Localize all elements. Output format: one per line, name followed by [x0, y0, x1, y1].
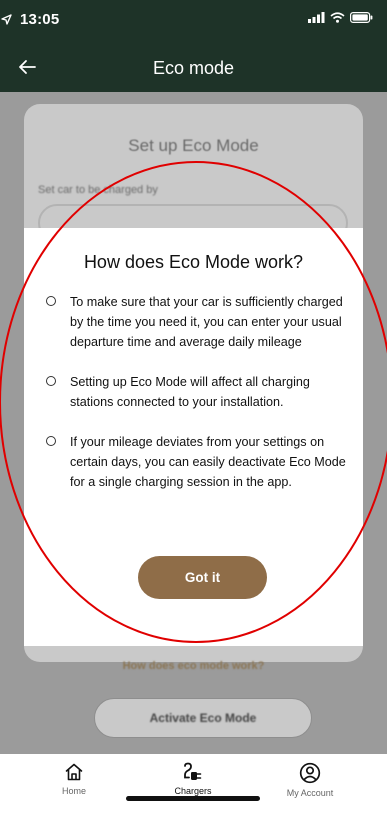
- eco-mode-info-modal: How does Eco Mode work? To make sure tha…: [24, 228, 363, 646]
- activate-eco-mode-button: Activate Eco Mode: [94, 698, 312, 738]
- page-title: Eco mode: [152, 58, 235, 78]
- tab-home[interactable]: Home: [24, 762, 124, 796]
- charge-by-label: Set car to be charged by: [38, 184, 158, 196]
- info-item-text: Setting up Eco Mode will affect all char…: [70, 375, 310, 409]
- info-item: If your mileage deviates from your setti…: [46, 432, 356, 492]
- charger-plug-icon: [184, 762, 202, 780]
- tab-my-account-label: My Account: [286, 788, 334, 798]
- cellular-signal-icon: [308, 12, 325, 23]
- tab-chargers-label: Chargers: [174, 786, 212, 796]
- bullet-circle-icon: [46, 376, 56, 386]
- setup-card-title: Set up Eco Mode: [128, 136, 259, 155]
- wifi-icon: [330, 12, 345, 23]
- home-icon: [65, 763, 83, 781]
- account-icon: [299, 762, 321, 784]
- status-icons: [1, 12, 373, 25]
- modal-title: How does Eco Mode work?: [83, 252, 304, 272]
- bullet-circle-icon: [46, 296, 56, 306]
- tab-my-account[interactable]: My Account: [260, 762, 360, 798]
- location-arrow-icon: [1, 14, 12, 25]
- how-eco-mode-works-link: How does eco mode work?: [122, 660, 265, 672]
- info-list: To make sure that your car is sufficient…: [46, 292, 356, 512]
- info-item: To make sure that your car is sufficient…: [46, 292, 356, 352]
- tab-home-label: Home: [61, 786, 86, 796]
- battery-icon: [350, 12, 373, 23]
- status-time: 13:05: [20, 11, 60, 28]
- info-item-text: If your mileage deviates from your setti…: [70, 435, 346, 489]
- bottom-tab-bar: Home Chargers My Account: [0, 754, 387, 827]
- tab-chargers[interactable]: Chargers: [143, 762, 243, 796]
- got-it-button[interactable]: Got it: [138, 556, 267, 599]
- bullet-circle-icon: [46, 436, 56, 446]
- app-header: 13:05 Eco mode: [0, 0, 387, 92]
- info-item-text: To make sure that your car is sufficient…: [70, 295, 343, 349]
- activate-eco-mode-label: Activate Eco Mode: [149, 711, 257, 725]
- home-indicator: [126, 796, 260, 801]
- info-item: Setting up Eco Mode will affect all char…: [46, 372, 356, 412]
